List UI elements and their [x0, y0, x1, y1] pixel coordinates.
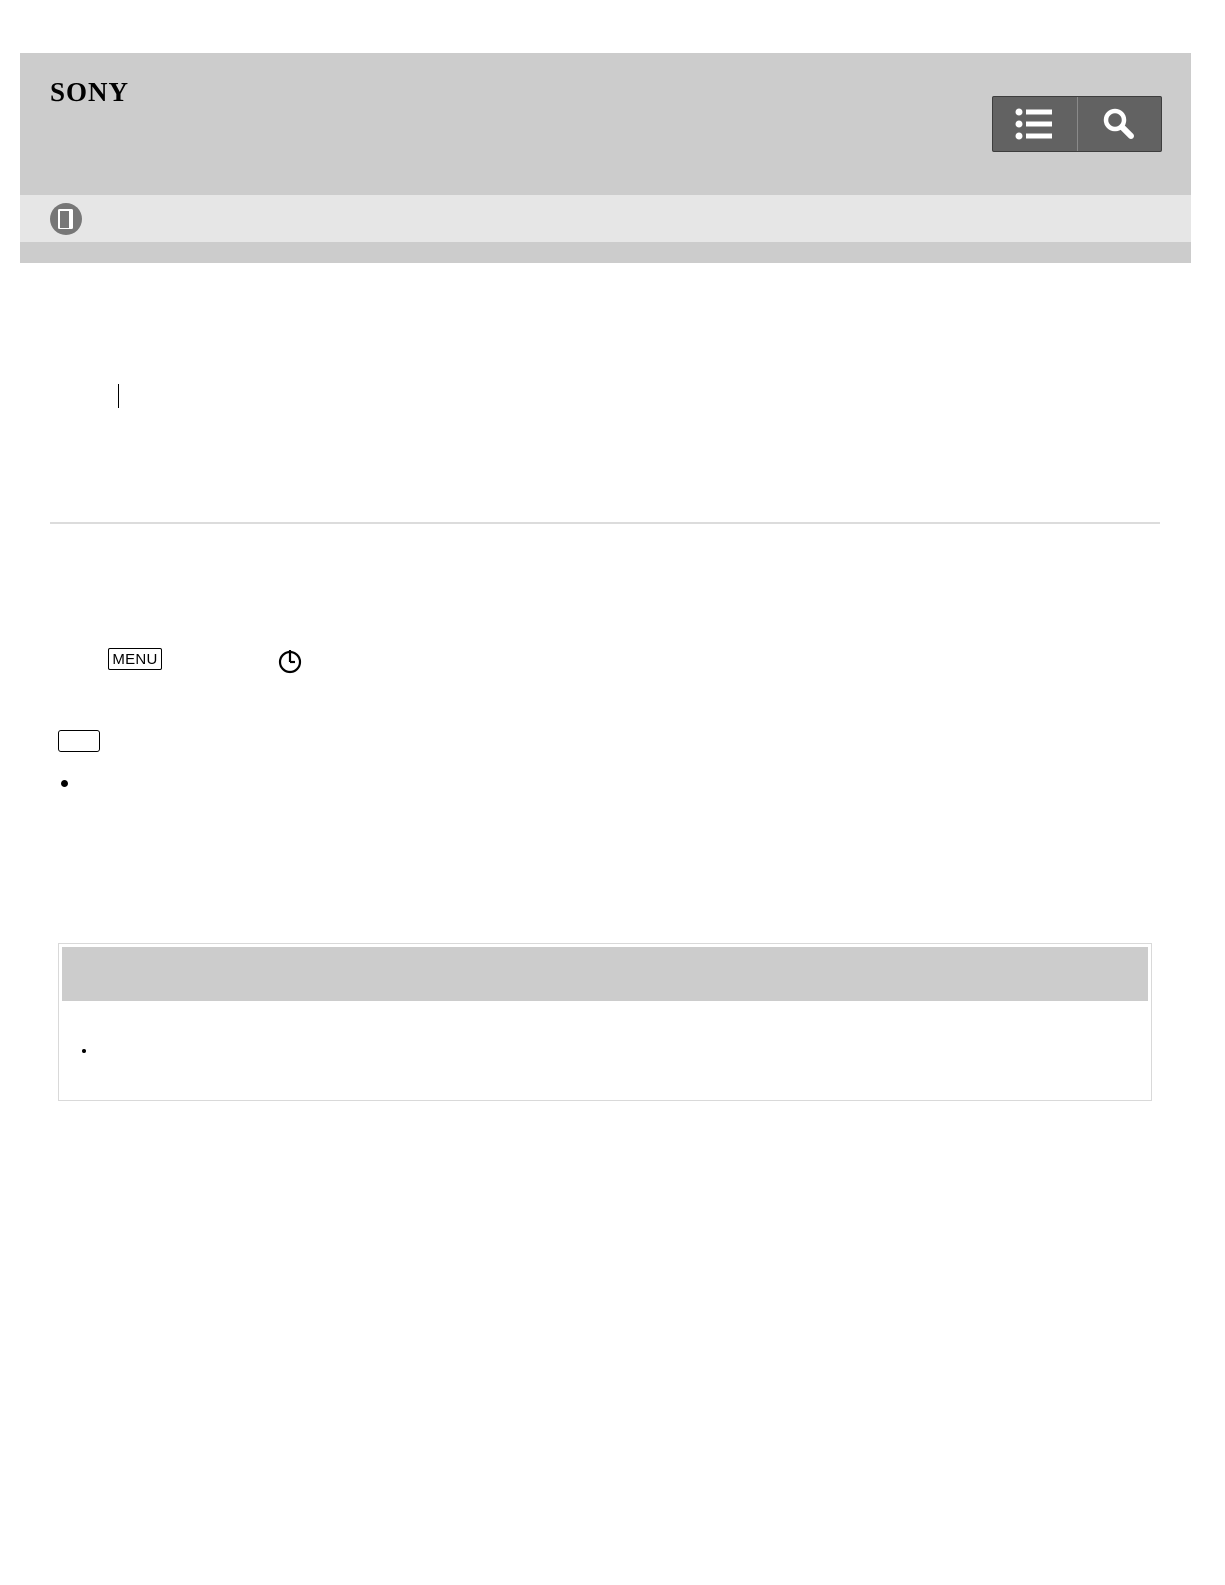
- note-label-box: [58, 730, 100, 752]
- related-topic-bullet: [82, 1049, 86, 1053]
- table-of-contents-button[interactable]: [993, 97, 1077, 151]
- header-button-group: [992, 96, 1162, 152]
- manual-subbar: [20, 195, 1191, 242]
- bullet-point: [61, 780, 68, 787]
- related-topic-header: [62, 947, 1148, 1001]
- self-timer-icon: [278, 650, 302, 674]
- page-header: SONY: [20, 53, 1191, 195]
- search-button[interactable]: [1076, 97, 1162, 151]
- breadcrumb-separator: [118, 384, 119, 408]
- title-divider: [50, 522, 1160, 524]
- subbar-divider: [20, 242, 1191, 263]
- search-icon: [1104, 108, 1135, 139]
- related-topic-box: [58, 943, 1152, 1101]
- manual-book-icon[interactable]: [50, 203, 82, 235]
- sony-logo[interactable]: SONY: [50, 77, 129, 108]
- list-icon: [1015, 108, 1052, 140]
- menu-key-icon: MENU: [108, 648, 162, 670]
